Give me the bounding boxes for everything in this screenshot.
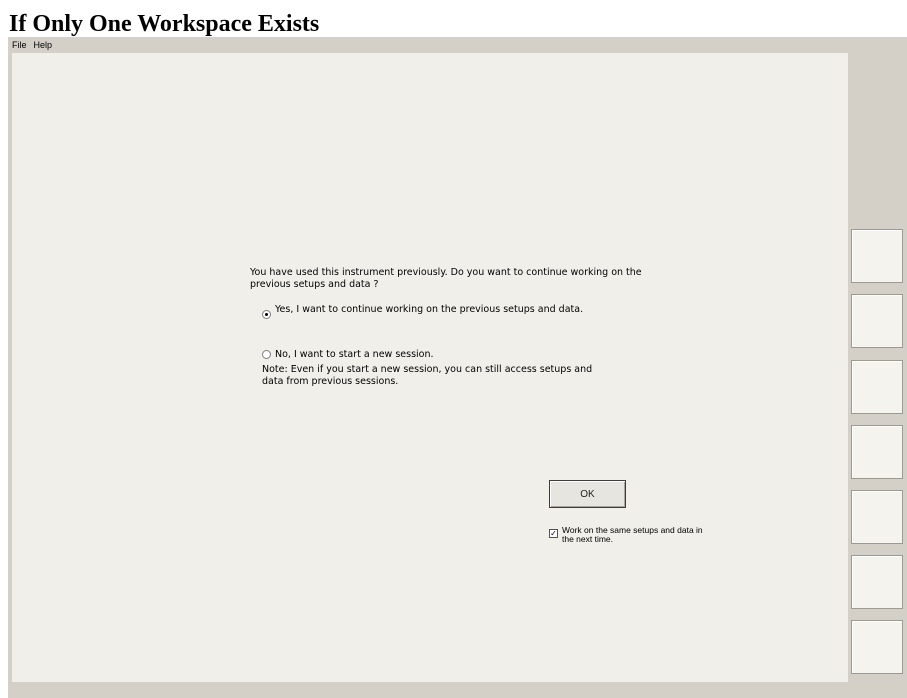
menu-bar: File Help — [8, 37, 907, 53]
menu-help[interactable]: Help — [30, 40, 56, 50]
page-title: If Only One Workspace Exists — [9, 11, 320, 37]
ok-button[interactable]: OK — [549, 480, 626, 508]
checkmark-icon[interactable]: ✓ — [549, 529, 558, 538]
menu-file[interactable]: File — [8, 40, 30, 50]
side-button-7[interactable] — [851, 620, 903, 674]
option-continue[interactable]: Yes, I want to continue working on the p… — [262, 304, 642, 328]
side-button-4[interactable] — [851, 425, 903, 479]
note-text-content: Note: Even if you start a new session, y… — [262, 364, 593, 387]
app-window: File Help You have used this instrument … — [8, 37, 907, 698]
radio-selected-icon[interactable] — [262, 310, 271, 319]
side-button-2[interactable] — [851, 294, 903, 348]
radio-unselected-icon[interactable] — [262, 350, 271, 359]
note-text: Note: Even if you start a new session, y… — [12, 364, 592, 388]
side-button-6[interactable] — [851, 555, 903, 609]
option-continue-label: Yes, I want to continue working on the p… — [275, 304, 584, 315]
main-panel: You have used this instrument previously… — [12, 53, 848, 682]
remember-checkbox-label: Work on the same setups and data in the … — [562, 525, 703, 544]
option-new-session[interactable]: No, I want to start a new session. — [262, 349, 642, 361]
side-button-1[interactable] — [851, 229, 903, 283]
side-button-5[interactable] — [851, 490, 903, 544]
option-new-session-label: No, I want to start a new session. — [275, 349, 434, 360]
dialog-message: You have used this instrument previously… — [250, 267, 642, 290]
side-button-3[interactable] — [851, 360, 903, 414]
